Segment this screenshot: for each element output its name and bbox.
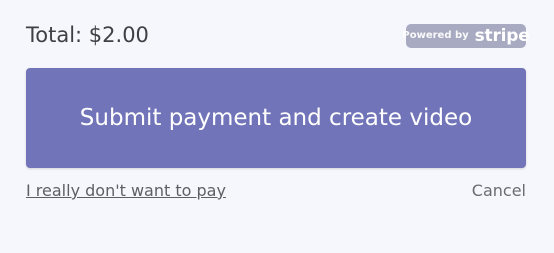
- payment-summary-panel: Total: $2.00 Powered by stripe Submit pa…: [0, 0, 554, 253]
- cancel-link[interactable]: Cancel: [472, 181, 526, 200]
- stripe-logo: stripe: [474, 25, 530, 46]
- submit-payment-button[interactable]: Submit payment and create video: [26, 68, 526, 168]
- powered-by-stripe-badge[interactable]: Powered by stripe: [402, 24, 530, 48]
- badge-prefix: Powered by: [402, 30, 469, 41]
- decline-payment-link[interactable]: I really don't want to pay: [26, 181, 226, 200]
- order-total: Total: $2.00: [26, 23, 149, 47]
